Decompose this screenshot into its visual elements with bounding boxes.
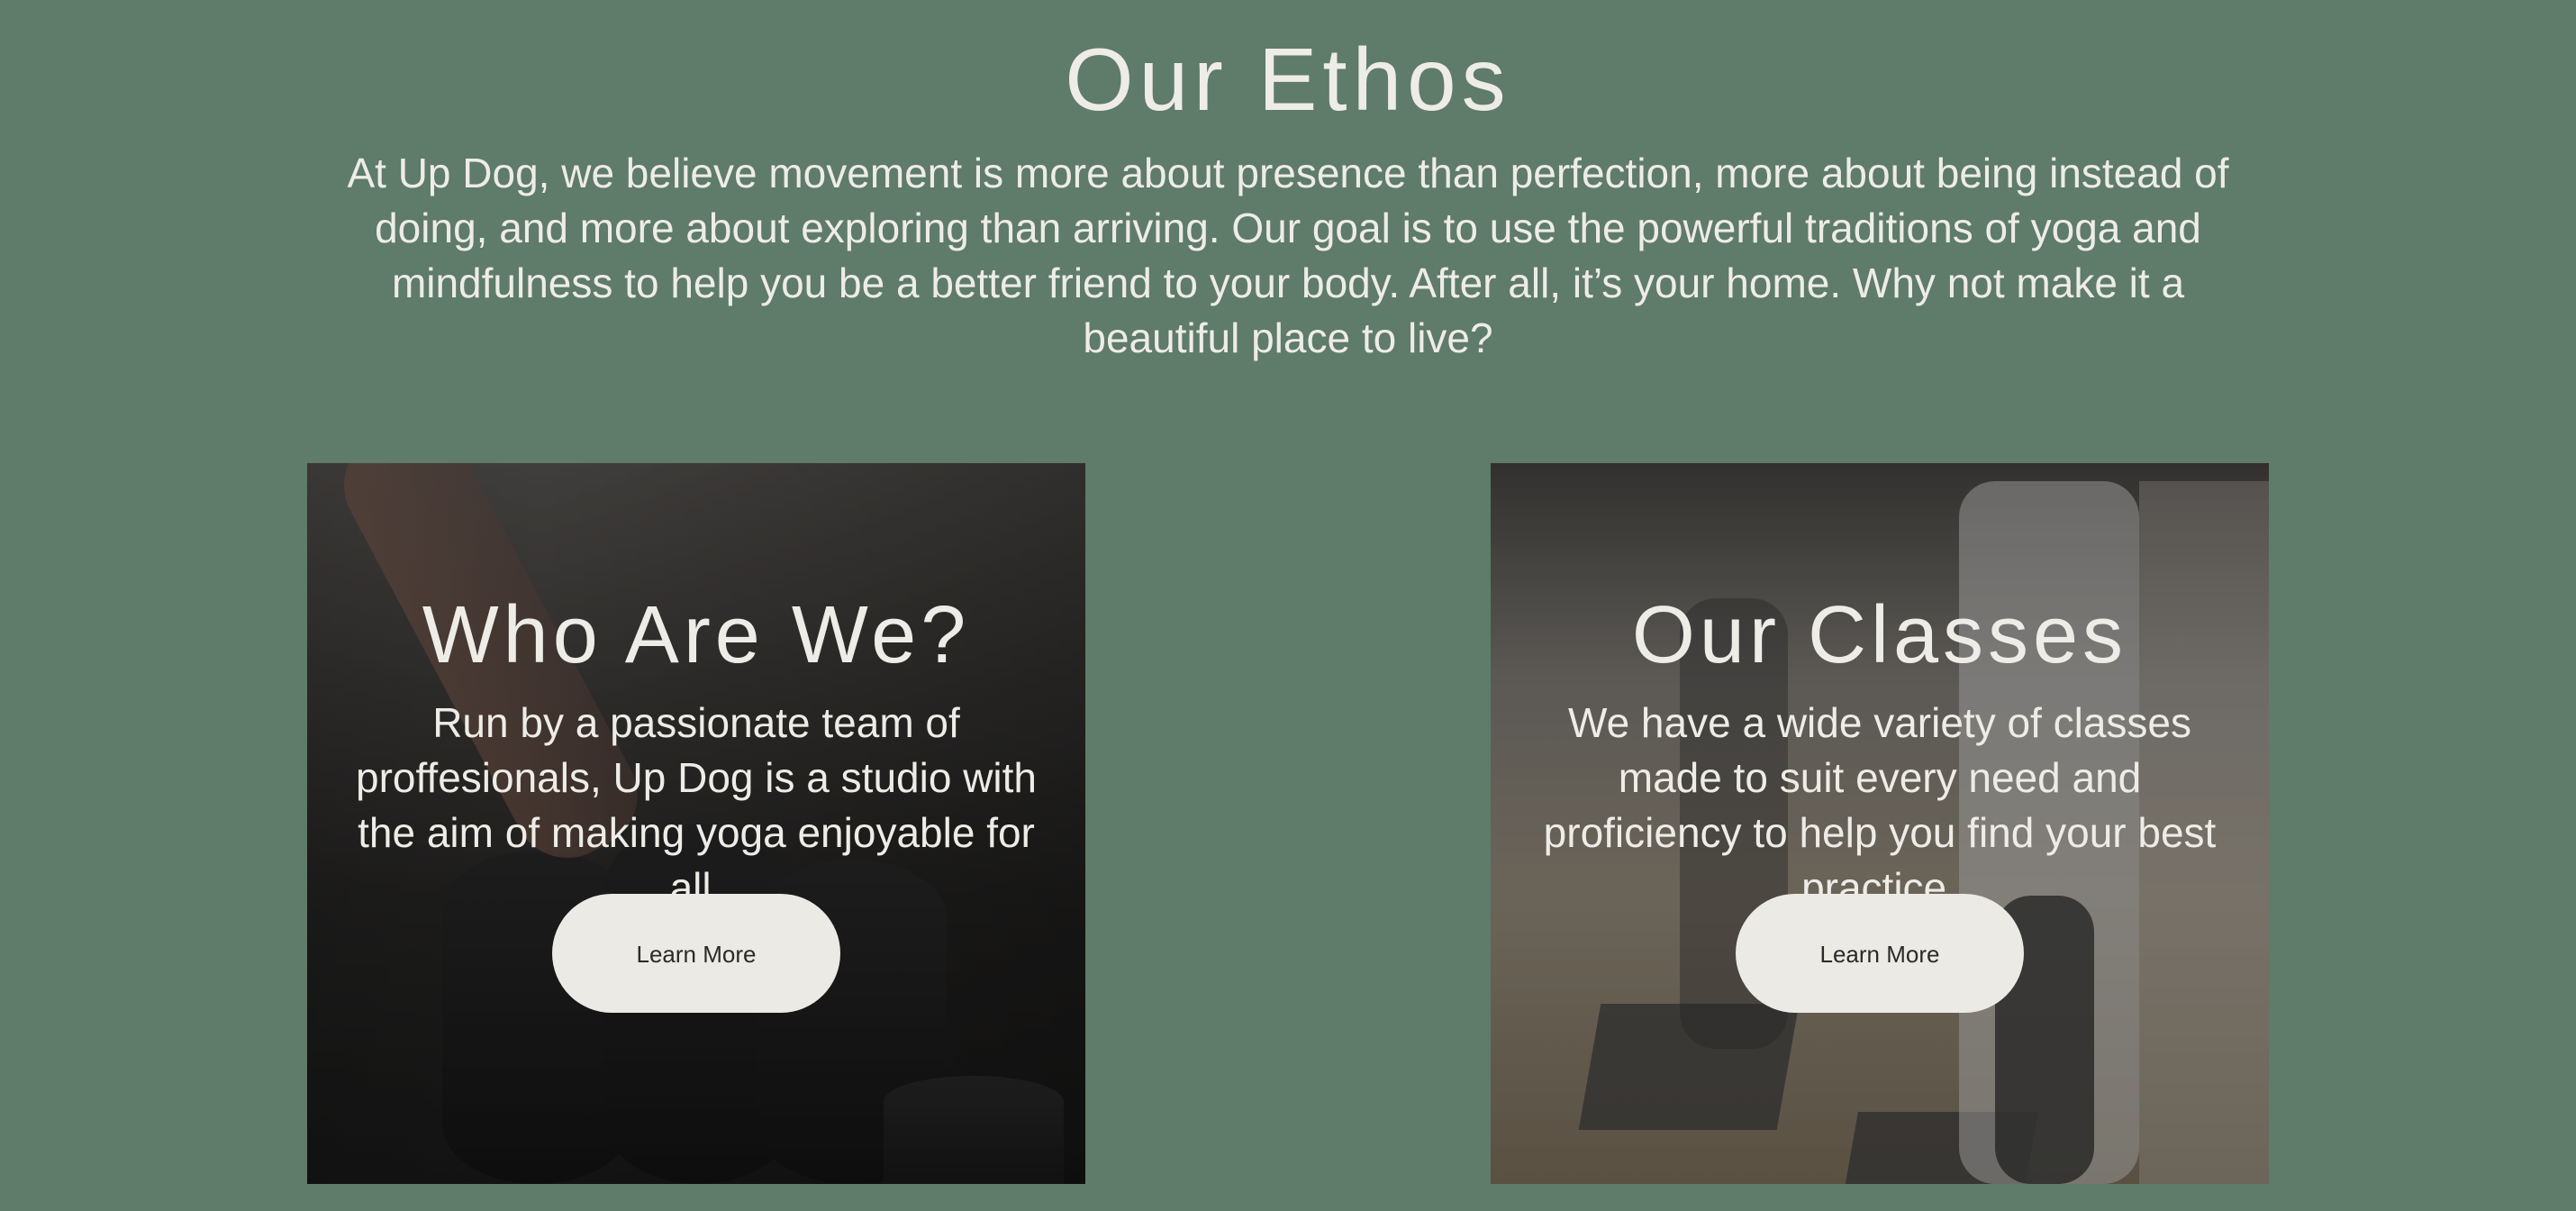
ethos-title: Our Ethos [1065,30,1511,129]
our-classes-card: Our Classes We have a wide variety of cl… [1491,463,2269,1184]
card-title: Our Classes [1631,590,2128,680]
learn-more-button[interactable]: Learn More [552,894,840,1013]
who-are-we-card: Who Are We? Run by a passionate team of … [307,463,1085,1184]
learn-more-button[interactable]: Learn More [1736,894,2024,1013]
card-title: Who Are We? [422,590,971,680]
card-description: Run by a passionate team of proffesional… [356,699,1037,911]
ethos-description: At Up Dog, we believe movement is more a… [347,150,2229,361]
card-description: We have a wide variety of classes made t… [1543,699,2217,911]
